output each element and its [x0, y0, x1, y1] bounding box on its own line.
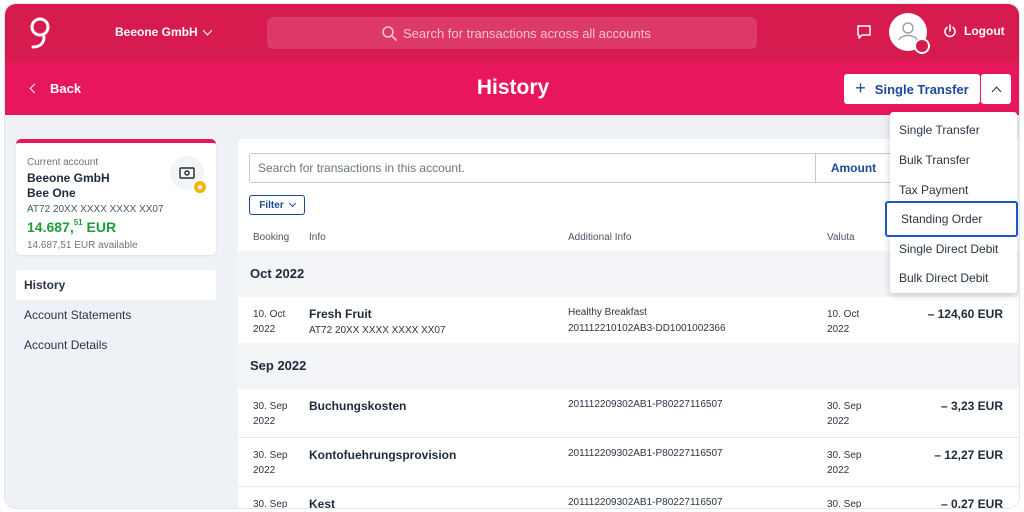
- top-bar: Beeone GmbH Search for transactions acro…: [5, 4, 1019, 62]
- account-type-label: Current account: [27, 157, 99, 168]
- column-header-info: Info: [309, 232, 326, 243]
- sidebar-item-account-details[interactable]: Account Details: [16, 330, 216, 360]
- transaction-info: Kest: [309, 497, 336, 509]
- power-icon: [944, 24, 956, 38]
- column-header-valuta: Valuta: [827, 232, 855, 243]
- month-header: Sep 2022: [238, 343, 1019, 389]
- app-window: Beeone GmbH Search for transactions acro…: [4, 3, 1020, 509]
- transaction-amount: – 12,27 EUR: [934, 448, 1003, 462]
- additional-info: 201112209302AB1-P80227116507: [568, 448, 723, 459]
- menu-item-standing-order[interactable]: Standing Order: [885, 201, 1018, 237]
- transaction-info: Kontofuehrungsprovision: [309, 448, 457, 462]
- booking-day: 30. Sep: [253, 499, 288, 509]
- booking-date: 30. Sep: [253, 497, 303, 509]
- column-header-additional-info: Additional Info: [568, 232, 632, 243]
- booking-year: 2022: [253, 416, 276, 427]
- menu-item-bulk-direct-debit[interactable]: Bulk Direct Debit: [890, 263, 1017, 293]
- valuta-day: 30. Sep: [827, 450, 862, 461]
- transaction-amount: – 3,23 EUR: [940, 399, 1003, 413]
- additional-info: 201112209302AB1-P80227116507: [568, 399, 723, 410]
- valuta-year: 2022: [827, 324, 850, 335]
- search-icon: [382, 26, 397, 41]
- logout-button[interactable]: Logout: [943, 24, 1005, 38]
- valuta-date: 30. Sep: [827, 497, 877, 509]
- booking-day: 30. Sep: [253, 450, 288, 461]
- valuta-date: 30. Sep 2022: [827, 448, 877, 478]
- additional-info: Healthy Breakfast: [568, 307, 647, 318]
- star-icon: ★: [192, 179, 208, 195]
- table-row[interactable]: 30. Sep 2022 Kontofuehrungsprovision 2011…: [238, 438, 1019, 487]
- balance-main: 14.687,: [27, 219, 74, 235]
- logout-label: Logout: [964, 24, 1005, 38]
- balance-cents: 51: [73, 218, 83, 227]
- sidebar-item-history[interactable]: History: [16, 270, 216, 300]
- avatar[interactable]: [889, 13, 930, 54]
- valuta-year: 2022: [827, 465, 850, 476]
- valuta-day: 30. Sep: [827, 401, 862, 412]
- account-card[interactable]: Current account Beeone GmbH Bee One AT72…: [16, 139, 216, 255]
- single-transfer-button[interactable]: + Single Transfer: [844, 74, 980, 104]
- booking-day: 10. Oct: [253, 309, 286, 320]
- table-row[interactable]: 30. Sep Kest 201112209302AB1-P8022711650…: [238, 487, 1019, 509]
- booking-year: 2022: [253, 465, 276, 476]
- company-name: Beeone GmbH: [115, 25, 198, 39]
- amount-filter-button[interactable]: Amount: [816, 153, 892, 183]
- account-name-line1: Beeone GmbH: [27, 171, 110, 185]
- settings-badge-icon: [914, 38, 930, 54]
- chevron-down-icon: [288, 199, 296, 208]
- menu-item-bulk-transfer[interactable]: Bulk Transfer: [890, 145, 1017, 175]
- available-balance: 14.687,51 EUR available: [27, 240, 138, 251]
- menu-item-single-direct-debit[interactable]: Single Direct Debit: [890, 234, 1017, 264]
- transaction-info: Buchungskosten: [309, 399, 407, 413]
- filter-label: Filter: [259, 199, 284, 211]
- filter-button[interactable]: Filter: [249, 195, 305, 215]
- booking-date: 30. Sep 2022: [253, 448, 303, 478]
- valuta-day: 10. Oct: [827, 309, 860, 320]
- account-balance: 14.687,51 EUR: [27, 218, 117, 235]
- page-header: Back History + Single Transfer: [5, 62, 1019, 115]
- sidebar-item-account-statements[interactable]: Account Statements: [16, 300, 216, 330]
- valuta-date: 10. Oct 2022: [827, 307, 877, 337]
- booking-date: 10. Oct 2022: [253, 307, 303, 337]
- account-holder-name: Beeone GmbH Bee One: [27, 171, 110, 201]
- global-search-input[interactable]: Search for transactions across all accou…: [267, 17, 757, 49]
- chevron-up-icon: [991, 86, 1001, 96]
- booking-year: 2022: [253, 324, 276, 335]
- global-search-placeholder: Search for transactions across all accou…: [403, 25, 651, 41]
- valuta-year: 2022: [827, 416, 850, 427]
- valuta-day: 30. Sep: [827, 499, 862, 509]
- booking-date: 30. Sep 2022: [253, 399, 303, 429]
- single-transfer-label: Single Transfer: [874, 81, 969, 97]
- account-search-input[interactable]: Search for transactions in this account.: [249, 153, 816, 183]
- column-header-booking: Booking: [253, 232, 290, 243]
- valuta-date: 30. Sep 2022: [827, 399, 877, 429]
- booking-day: 30. Sep: [253, 401, 288, 412]
- transaction-amount: – 0,27 EUR: [940, 497, 1003, 509]
- table-row[interactable]: 30. Sep 2022 Buchungskosten 201112209302A…: [238, 389, 1019, 438]
- menu-item-single-transfer[interactable]: Single Transfer: [890, 115, 1017, 145]
- chat-icon[interactable]: [856, 24, 872, 40]
- chevron-down-icon: [202, 25, 213, 35]
- transfer-menu-toggle[interactable]: [981, 74, 1011, 104]
- account-iban: AT72 20XX XXXX XXXX XX07: [27, 204, 164, 215]
- transaction-amount: – 124,60 EUR: [927, 307, 1003, 321]
- additional-reference: 201112210102AB3-DD1001002366: [568, 323, 726, 334]
- table-row[interactable]: 10. Oct 2022 Fresh Fruit AT72 20XX XXXX X…: [238, 297, 1019, 346]
- balance-currency: EUR: [86, 219, 117, 235]
- plus-icon: +: [855, 77, 866, 98]
- transaction-info: Fresh Fruit: [309, 307, 372, 321]
- company-switcher[interactable]: Beeone GmbH: [115, 25, 213, 39]
- account-name-line2: Bee One: [27, 186, 76, 200]
- brand-logo-icon[interactable]: [27, 16, 53, 50]
- transfer-type-menu: Single Transfer Bulk Transfer Tax Paymen…: [885, 112, 1018, 293]
- transaction-iban: AT72 20XX XXXX XXXX XX07: [309, 325, 446, 336]
- sidebar-nav: History Account Statements Account Detai…: [16, 270, 216, 360]
- additional-info: 201112209302AB1-P80227116507: [568, 497, 723, 508]
